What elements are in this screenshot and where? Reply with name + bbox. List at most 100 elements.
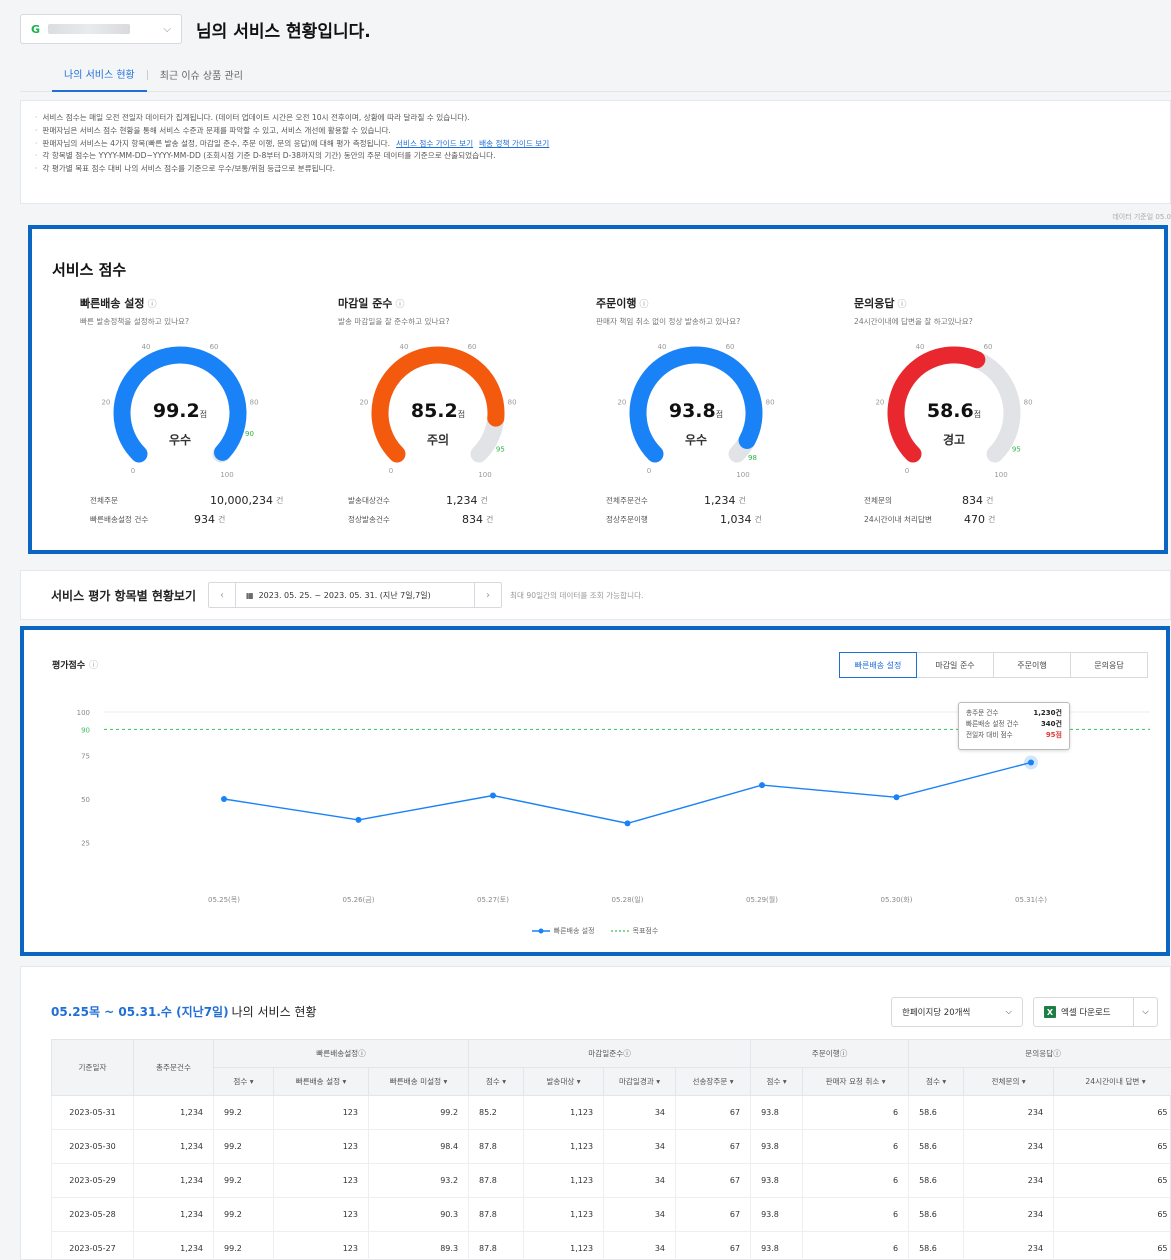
line-chart: 25 50 75 90 100 05.25(목) 05.26(금) 05.27(토) 05.28…	[77, 709, 1150, 904]
table-cell: 234	[963, 1231, 1054, 1260]
table-cell: 93.2	[367, 1163, 469, 1198]
table-group-header: 문의응답ⓘ	[908, 1039, 1171, 1068]
gauge-tick-label: 20	[875, 398, 884, 406]
table-sort-header[interactable]: 빠른배송 미설정 ▾	[367, 1067, 470, 1096]
gauge-tick-label: 80	[250, 398, 259, 406]
stat-unit: 건	[986, 496, 994, 505]
score-card: 빠른배송 설정 ⓘ 빠른 발송정책을 설정하고 있나요? 99.2점 우수 전체주…	[80, 295, 320, 535]
notice-line: 판매자님은 서비스 점수 현황을 통해 서비스 수준과 문제를 파악할 수 있고…	[35, 125, 1170, 138]
gauge-chart: 0 20 40 60 80 100 95	[359, 343, 516, 479]
table-cell: 1,234	[133, 1163, 214, 1198]
table-cell: 2023-05-28	[51, 1197, 134, 1232]
table-cell: 99.2	[213, 1197, 274, 1232]
score-card-title-text: 빠른배송 설정	[80, 297, 145, 310]
tooltip-key: 빠른배송 설정 건수	[966, 720, 1019, 728]
data-point[interactable]	[221, 796, 227, 802]
table-cell: 87.8	[468, 1129, 524, 1164]
x-tick-label: 05.30(화)	[881, 896, 913, 904]
legend-item[interactable]: 목표점수	[610, 926, 658, 936]
table-cell: 65	[1053, 1231, 1171, 1260]
y-tick-label: 75	[81, 753, 90, 761]
tab-my-service[interactable]: 나의 서비스 현황	[52, 58, 147, 92]
table-cell: 67	[675, 1197, 751, 1232]
page-size-select[interactable]: 한페이지당 20개씩 ⌵	[891, 997, 1023, 1027]
table-cell: 1,234	[133, 1231, 214, 1260]
stat-unit: 건	[275, 496, 284, 505]
period-note: 최대 90일간의 데이터를 조회 가능합니다.	[510, 590, 644, 600]
chart-tooltip: 총주문 건수 1,230건 빠른배송 설정 건수 340건 전일자 대비 점수 95점	[958, 702, 1070, 750]
table-cell: 34	[603, 1129, 676, 1164]
data-point[interactable]	[490, 792, 496, 799]
table-cell: 123	[273, 1197, 369, 1232]
table-cell: 6	[802, 1129, 909, 1164]
table-cell: 6	[802, 1231, 909, 1260]
excel-download-button[interactable]: X 엑셀 다운로드 ⌵	[1033, 997, 1158, 1027]
table-sort-header[interactable]: 점수 ▾	[213, 1067, 274, 1096]
legend-item[interactable]: 빠른배송 설정	[531, 926, 595, 936]
table-sort-header[interactable]: 전체문의 ▾	[963, 1067, 1055, 1096]
table-cell: 1,123	[523, 1095, 604, 1130]
stat-row: 정상주문이행 1,034 건	[606, 510, 762, 529]
gauge-target-label: 95	[496, 446, 505, 454]
table-sort-header[interactable]: 발송대상 ▾	[523, 1067, 605, 1096]
table-cell: 234	[963, 1095, 1054, 1130]
table-sort-header[interactable]: 점수 ▾	[908, 1067, 965, 1096]
table-sort-header[interactable]: 판매자 요청 취소 ▾	[802, 1067, 910, 1096]
gauge-tick-label: 100	[736, 471, 749, 479]
table-cell: 99.2	[213, 1095, 274, 1130]
table-row: 2023-05-28 1,234 99.2 123 90.3 87.8 1,123 34 67 9…	[51, 1197, 1171, 1232]
table-cell: 93.8	[750, 1129, 803, 1164]
date-range-field[interactable]: ▦ 2023. 05. 25. ~ 2023. 05. 31. (지난 7일,7일…	[235, 583, 476, 607]
table-cell: 1,123	[523, 1197, 604, 1232]
next-period-button[interactable]: ›	[475, 583, 501, 607]
info-icon[interactable]: ⓘ	[148, 300, 157, 310]
score-card-title-text: 마감일 준수	[338, 297, 393, 310]
info-icon[interactable]: ⓘ	[395, 300, 404, 310]
prev-period-button[interactable]: ‹	[209, 583, 235, 607]
table-sort-header[interactable]: 마감일경과 ▾	[603, 1067, 677, 1096]
table-cell: 87.8	[468, 1163, 524, 1198]
x-tick-label: 05.26(금)	[343, 896, 375, 904]
stat-row: 발송대상건수 1,234 건	[348, 491, 493, 510]
table-cell: 1,123	[523, 1163, 604, 1198]
gauge-tick-label: 80	[766, 398, 775, 406]
gauge-tick-label: 100	[994, 471, 1007, 479]
chart-tab-fast-delivery[interactable]: 빠른배송 설정	[839, 652, 917, 678]
table-sort-header[interactable]: 선송장주문 ▾	[675, 1067, 752, 1096]
score-guide-link[interactable]: 서비스 점수 가이드 보기	[396, 139, 473, 148]
table-cell: 58.6	[908, 1231, 964, 1260]
table-sort-header[interactable]: 24시간이내 답변 ▾	[1053, 1067, 1171, 1096]
stat-row: 전체주문건수 1,234 건	[606, 491, 762, 510]
seller-select[interactable]: G ⌵	[20, 14, 182, 44]
chevron-down-icon[interactable]: ⌵	[1133, 998, 1157, 1026]
gauge-fill	[629, 346, 763, 463]
data-point[interactable]	[893, 794, 900, 801]
data-point[interactable]	[1028, 759, 1034, 766]
delivery-guide-link[interactable]: 배송 정책 가이드 보기	[479, 139, 549, 148]
table-cell: 65	[1053, 1163, 1171, 1198]
gauge-target-label: 90	[245, 430, 254, 438]
gauge-tick-label: 80	[1024, 398, 1033, 406]
table-cell: 58.6	[908, 1197, 964, 1232]
gauge-tick-label: 40	[141, 343, 150, 351]
gauge-tick-label: 20	[359, 398, 368, 406]
gauge-target-label: 98	[748, 454, 757, 462]
data-point[interactable]	[355, 816, 362, 823]
series-line	[223, 761, 1032, 825]
stat-unit: 건	[480, 496, 488, 505]
x-tick-label: 05.25(목)	[208, 896, 240, 904]
gauge-chart: 0 20 40 60 80 100 90	[101, 343, 259, 479]
table-sort-header[interactable]: 점수 ▾	[750, 1067, 804, 1096]
table-sort-header[interactable]: 빠른배송 설정 ▾	[273, 1067, 369, 1096]
tab-recent-issues[interactable]: 최근 이슈 상품 관리	[148, 58, 255, 92]
info-icon[interactable]: ⓘ	[897, 300, 906, 310]
stat-value: 1,234	[704, 494, 736, 507]
data-point[interactable]	[759, 782, 765, 789]
table-cell: 99.2	[213, 1231, 274, 1260]
table-sort-header[interactable]: 점수 ▾	[468, 1067, 525, 1096]
table-cell: 234	[963, 1197, 1054, 1232]
chevron-down-icon: ⌵	[163, 23, 171, 35]
info-icon[interactable]: ⓘ	[639, 300, 648, 310]
data-point[interactable]	[624, 820, 631, 827]
x-tick-label: 05.29(월)	[746, 895, 778, 904]
